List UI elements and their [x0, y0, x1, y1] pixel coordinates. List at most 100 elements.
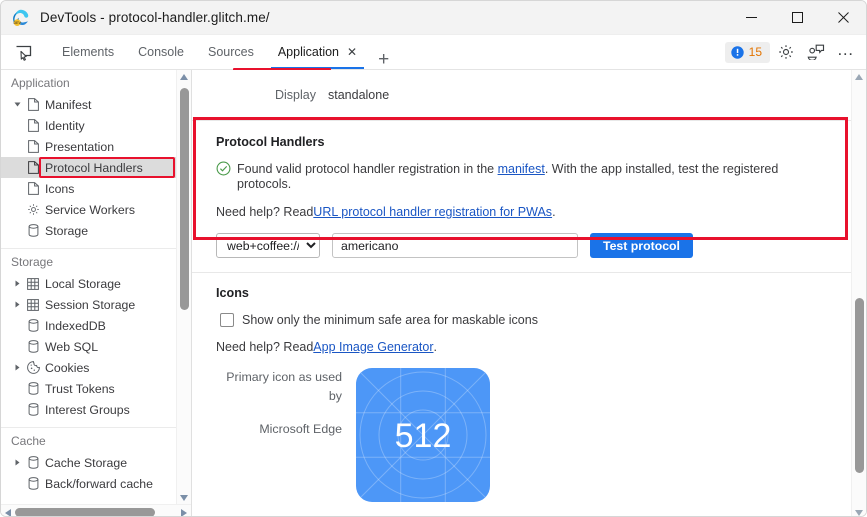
sidebar-item-label: Back/forward cache — [45, 476, 153, 491]
sidebar-item-label: Interest Groups — [45, 402, 130, 417]
sidebar-item-label: Cache Storage — [45, 455, 128, 470]
devtools-body: Application Manifest Identity Presentati… — [1, 70, 866, 516]
tab-elements[interactable]: Elements — [50, 35, 126, 69]
window-controls — [728, 1, 866, 34]
scroll-up-arrow-icon[interactable] — [852, 70, 866, 84]
window-title: DevTools - protocol-handler.glitch.me/ — [40, 10, 270, 25]
sidebar-horizontal-scrollbar[interactable] — [1, 504, 191, 516]
database-icon — [24, 340, 42, 353]
scroll-down-arrow-icon[interactable] — [852, 506, 866, 516]
feedback-button[interactable] — [802, 38, 830, 66]
primary-icon-label-line2: Microsoft Edge — [259, 422, 342, 436]
sidebar-item-manifest[interactable]: Manifest — [1, 94, 177, 115]
settings-button[interactable] — [772, 38, 800, 66]
sidebar-item-label: Trust Tokens — [45, 381, 115, 396]
close-icon — [837, 12, 849, 23]
scroll-up-arrow-icon[interactable] — [177, 70, 191, 84]
main-vertical-scrollbar[interactable] — [851, 70, 866, 516]
sidebar-item-interest-groups[interactable]: Interest Groups — [1, 399, 177, 420]
tab-console[interactable]: Console — [126, 35, 196, 69]
document-icon — [24, 98, 42, 111]
primary-icon-preview: 512 — [355, 367, 491, 507]
sidebar-item-identity[interactable]: Identity — [1, 115, 177, 136]
sidebar-hscrollbar-thumb[interactable] — [15, 508, 155, 516]
tab-label: Application — [277, 45, 339, 59]
toolbar-right-actions: 15 … — [724, 35, 860, 69]
sidebar-item-web-sql[interactable]: Web SQL — [1, 336, 177, 357]
maskable-safe-area-checkbox-row[interactable]: Show only the minimum safe area for mask… — [216, 313, 827, 327]
tab-sources[interactable]: Sources — [196, 35, 266, 69]
icons-help: Need help? Read App Image Generator. — [216, 340, 827, 355]
inspect-element-icon — [16, 45, 31, 61]
maximize-button[interactable] — [774, 1, 820, 34]
chevron-right-icon[interactable] — [11, 459, 24, 466]
app-image-generator-link[interactable]: App Image Generator — [313, 340, 433, 355]
database-icon — [24, 477, 42, 490]
chevron-right-icon[interactable] — [11, 301, 24, 308]
sidebar-scrollbar-thumb[interactable] — [180, 88, 189, 310]
issues-button[interactable]: 15 — [724, 41, 770, 63]
gear-icon — [24, 203, 42, 216]
sidebar-vertical-scrollbar[interactable] — [176, 70, 191, 505]
sidebar-item-indexeddb[interactable]: IndexedDB — [1, 315, 177, 336]
sidebar-item-label: IndexedDB — [45, 318, 106, 333]
more-options-button[interactable]: … — [832, 38, 860, 66]
manifest-display-value: standalone — [328, 88, 390, 102]
panel-tabs: Elements Console Sources Application ✕ + — [50, 35, 398, 69]
sidebar-item-cache-storage[interactable]: Cache Storage — [1, 452, 177, 473]
devtools-window: DEV DevTools - protocol-handler.glitch.m… — [0, 0, 867, 517]
maskable-safe-area-checkbox[interactable] — [220, 313, 234, 327]
sidebar-item-local-storage[interactable]: Local Storage — [1, 273, 177, 294]
sidebar-item-presentation[interactable]: Presentation — [1, 136, 177, 157]
minimize-button[interactable] — [728, 1, 774, 34]
chevron-right-icon[interactable] — [11, 364, 24, 371]
table-icon — [24, 298, 42, 311]
sidebar-item-label: Web SQL — [45, 339, 99, 354]
tab-application[interactable]: Application ✕ — [266, 35, 369, 69]
issues-icon — [730, 45, 744, 59]
more-icon: … — [836, 39, 856, 59]
scroll-down-arrow-icon[interactable] — [177, 491, 191, 505]
primary-icon-label-line1: Primary icon as used by — [226, 370, 342, 403]
database-icon — [24, 403, 42, 416]
main-scrollbar-thumb[interactable] — [855, 298, 864, 473]
close-button[interactable] — [820, 1, 866, 34]
tab-label: Sources — [207, 45, 254, 59]
icons-title: Icons — [216, 286, 249, 300]
inspect-element-button[interactable] — [6, 37, 40, 67]
sidebar-item-label: Presentation — [45, 139, 115, 154]
primary-icon-row: Primary icon as used by Microsoft Edge 5… — [216, 367, 827, 507]
help-suffix: . — [433, 340, 437, 354]
sidebar-item-icons[interactable]: Icons — [1, 178, 177, 199]
devtools-toolbar: Elements Console Sources Application ✕ +… — [1, 35, 866, 101]
tab-label: Console — [138, 45, 184, 59]
sidebar-tree: Application Manifest Identity Presentati… — [1, 70, 177, 505]
chevron-down-icon[interactable] — [11, 101, 24, 108]
sidebar-item-session-storage[interactable]: Session Storage — [1, 294, 177, 315]
edge-devtools-icon: DEV — [12, 9, 30, 27]
sidebar-item-back-forward-cache[interactable]: Back/forward cache — [1, 473, 177, 494]
issues-count: 15 — [748, 45, 762, 59]
sidebar-item-service-workers[interactable]: Service Workers — [1, 199, 177, 220]
cookie-icon — [24, 361, 42, 374]
scroll-right-arrow-icon[interactable] — [177, 508, 191, 516]
tab-close-icon[interactable]: ✕ — [347, 46, 357, 58]
sidebar-item-storage[interactable]: Storage — [1, 220, 177, 241]
document-icon — [24, 182, 42, 195]
table-icon — [24, 277, 42, 290]
maskable-icon-512: 512 — [355, 367, 491, 503]
svg-text:512: 512 — [395, 417, 452, 455]
gear-icon — [779, 45, 793, 59]
manifest-panel: Display standalone Protocol Handlers Fou… — [192, 70, 866, 516]
add-panel-button[interactable]: + — [369, 50, 398, 69]
chevron-right-icon[interactable] — [11, 280, 24, 287]
sidebar-item-trust-tokens[interactable]: Trust Tokens — [1, 378, 177, 399]
scroll-left-arrow-icon[interactable] — [1, 508, 15, 516]
sidebar-item-cookies[interactable]: Cookies — [1, 357, 177, 378]
sidebar-item-label: Icons — [45, 181, 75, 196]
application-sidebar: Application Manifest Identity Presentati… — [1, 70, 192, 516]
sidebar-group-header-storage: Storage — [11, 255, 54, 269]
manifest-display-row: Display standalone — [192, 70, 851, 108]
sidebar-item-label: Service Workers — [45, 202, 135, 217]
sidebar-group-header-cache: Cache — [11, 434, 46, 448]
